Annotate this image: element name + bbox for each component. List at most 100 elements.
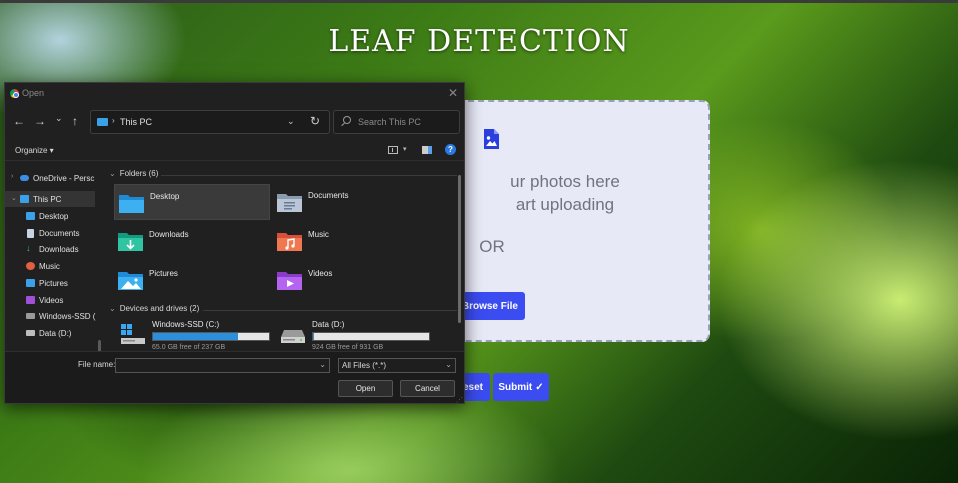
chevron-down-icon: ⌄	[445, 360, 452, 369]
pictures-folder-icon	[118, 272, 143, 290]
dialog-footer: File name: ⌄ All Files (*.*) ⌄ Open Canc…	[5, 351, 464, 403]
folder-tile-documents[interactable]: Documents	[273, 184, 429, 220]
sidebar-item-label: OneDrive - Persc	[33, 174, 95, 183]
filename-label: File name:	[78, 360, 116, 369]
drive-tile-d[interactable]: Data (D:) 924 GB free of 931 GB	[277, 318, 437, 352]
breadcrumb-chevron-icon: ›	[112, 116, 115, 125]
folder-label: Videos	[308, 269, 333, 278]
open-button[interactable]: Open	[338, 380, 393, 397]
folder-tile-videos[interactable]: Videos	[273, 262, 429, 298]
sidebar-item-pictures[interactable]: Pictures	[5, 275, 95, 291]
folder-tile-pictures[interactable]: Pictures	[114, 262, 270, 298]
dialog-titlebar[interactable]: Open ✕	[5, 83, 464, 105]
cancel-button[interactable]: Cancel	[400, 380, 455, 397]
folder-tile-music[interactable]: Music	[273, 223, 429, 259]
sidebar-item-downloads[interactable]: ↓ Downloads	[5, 241, 95, 257]
drive-label: Data (D:)	[312, 320, 345, 329]
drive-usage-bar	[152, 332, 270, 341]
sidebar-item-music[interactable]: Music	[5, 258, 95, 274]
sidebar-item-videos[interactable]: Videos	[5, 292, 95, 308]
chevron-down-icon[interactable]: ⌄	[287, 116, 295, 127]
drive-label: Windows-SSD (C:)	[152, 320, 220, 329]
submit-button[interactable]: Submit ✓	[493, 373, 549, 401]
up-arrow-icon[interactable]: ↑	[72, 114, 78, 128]
sidebar-item-windows-ssd[interactable]: Windows-SSD (	[5, 308, 95, 324]
content-scrollbar[interactable]	[458, 175, 461, 323]
windows-drive-icon	[121, 324, 145, 344]
downloads-folder-icon	[118, 233, 143, 251]
preview-pane-icon[interactable]	[422, 146, 432, 154]
drives-group-header[interactable]: ⌄ Devices and drives (2)	[109, 304, 199, 313]
sidebar-item-label: Data (D:)	[39, 329, 72, 338]
folder-label: Music	[308, 230, 329, 239]
search-icon	[343, 116, 351, 124]
sidebar-item-label: Windows-SSD (	[39, 312, 96, 321]
hdd-icon	[281, 330, 305, 343]
documents-icon	[27, 229, 34, 238]
folder-label: Documents	[308, 191, 349, 200]
collapse-arrow-icon[interactable]: ⌄	[11, 194, 17, 202]
chevron-down-icon[interactable]: ⌄	[319, 360, 326, 369]
help-icon[interactable]: ?	[445, 144, 456, 155]
sidebar-item-onedrive[interactable]: › OneDrive - Persc	[5, 170, 95, 186]
filetype-value: All Files (*.*)	[342, 361, 387, 370]
folder-tile-desktop[interactable]: Desktop	[114, 184, 270, 220]
address-bar[interactable]: › This PC ⌄ ↻	[90, 110, 330, 134]
drive-usage-bar	[312, 332, 430, 341]
documents-folder-icon	[277, 194, 302, 212]
videos-icon	[26, 296, 35, 304]
filetype-select[interactable]: All Files (*.*) ⌄	[338, 358, 456, 373]
drive-tile-c[interactable]: Windows-SSD (C:) 65.0 GB free of 237 GB	[117, 318, 277, 352]
drive-free-space: 65.0 GB free of 237 GB	[152, 344, 226, 351]
sidebar-item-desktop[interactable]: Desktop	[5, 208, 95, 224]
expand-arrow-icon[interactable]: ›	[11, 173, 13, 180]
browse-file-label: Browse File	[461, 300, 518, 312]
sidebar-item-label: Videos	[39, 296, 64, 305]
view-dropdown-icon[interactable]: ▾	[403, 145, 407, 153]
open-file-dialog: Open ✕ ← → ⌄ ↑ › This PC ⌄ ↻ Search This…	[4, 82, 465, 404]
view-options-icon[interactable]	[388, 146, 398, 154]
recent-locations-icon[interactable]: ⌄	[55, 113, 63, 124]
navigation-bar: ← → ⌄ ↑ › This PC ⌄ ↻ Search This PC	[5, 109, 464, 135]
drive-usage-fill	[153, 333, 238, 340]
music-folder-icon	[277, 233, 302, 251]
back-arrow-icon[interactable]: ←	[13, 114, 25, 128]
image-file-icon	[484, 129, 499, 149]
search-box[interactable]: Search This PC	[333, 110, 460, 134]
downloads-icon: ↓	[26, 243, 31, 253]
sidebar-item-label: Desktop	[39, 212, 69, 221]
search-placeholder: Search This PC	[358, 117, 421, 127]
sidebar-item-this-pc[interactable]: ⌄ This PC	[5, 191, 95, 207]
close-icon[interactable]: ✕	[448, 86, 458, 100]
check-icon: ✓	[535, 381, 544, 393]
drive-icon	[26, 330, 35, 336]
drive-free-space: 924 GB free of 931 GB	[312, 344, 384, 351]
submit-label: Submit	[498, 381, 533, 393]
chrome-icon	[10, 89, 19, 98]
resize-grip-icon[interactable]: ⋰	[456, 396, 463, 403]
forward-arrow-icon[interactable]: →	[34, 114, 46, 128]
sidebar-item-label: This PC	[33, 195, 62, 204]
sidebar-item-label: Downloads	[39, 245, 79, 254]
divider	[203, 310, 457, 311]
folder-label: Pictures	[149, 269, 178, 278]
browse-file-button[interactable]: Browse File	[455, 292, 525, 320]
chevron-down-icon: ⌄	[109, 304, 116, 313]
command-bar: Organize ▾ ▾ ?	[5, 139, 464, 161]
sidebar-item-label: Pictures	[39, 279, 68, 288]
videos-folder-icon	[277, 272, 302, 290]
organize-button[interactable]: Organize ▾	[15, 146, 54, 155]
refresh-icon[interactable]: ↻	[310, 114, 320, 128]
top-border	[0, 0, 958, 3]
filename-input[interactable]: ⌄	[115, 358, 330, 373]
sidebar-item-documents[interactable]: Documents	[5, 225, 95, 241]
sidebar-item-label: Music	[39, 262, 60, 271]
folder-tile-downloads[interactable]: Downloads	[114, 223, 270, 259]
reset-label: eset	[462, 381, 483, 393]
folders-header-label: Folders (6)	[119, 169, 159, 178]
open-label: Open	[355, 384, 376, 393]
folders-group-header[interactable]: ⌄ Folders (6)	[109, 169, 158, 178]
sidebar-item-data-drive[interactable]: Data (D:)	[5, 325, 95, 341]
page-title: LEAF DETECTION	[328, 24, 630, 59]
desktop-folder-icon	[119, 195, 144, 213]
